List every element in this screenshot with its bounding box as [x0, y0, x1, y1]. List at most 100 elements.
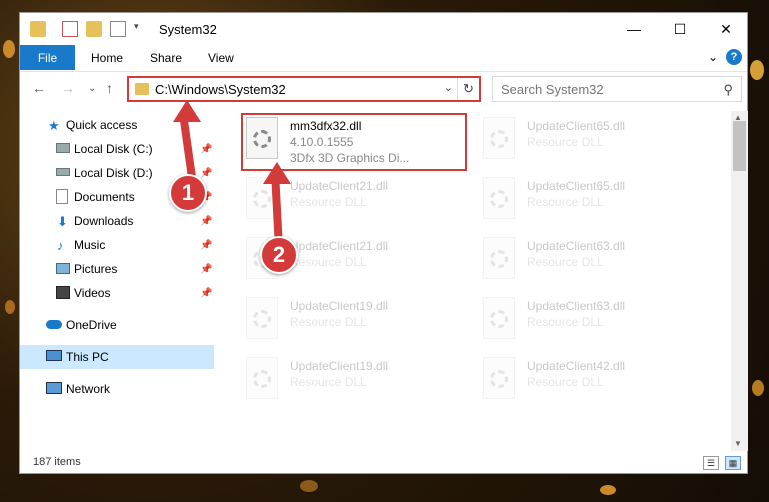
file-item[interactable]: UpdateClient65.dll Resource DLL: [479, 115, 709, 167]
pin-icon[interactable]: 📌: [200, 216, 212, 227]
sidebar-item-label: Documents: [74, 190, 135, 204]
document-icon: [56, 189, 68, 204]
file-type: Resource DLL: [290, 255, 367, 269]
sidebar-item-label: Network: [66, 382, 111, 396]
callout-arrowhead-2: [263, 162, 291, 184]
pin-icon[interactable]: 📌: [200, 264, 212, 275]
recent-locations-button[interactable]: ⌄: [88, 83, 96, 94]
search-input[interactable]: [501, 81, 701, 97]
file-name: UpdateClient19.dll: [290, 359, 389, 373]
search-icon[interactable]: ⚲: [723, 82, 733, 98]
file-type: Resource DLL: [527, 375, 604, 389]
expand-ribbon-icon[interactable]: ⌄: [708, 50, 718, 64]
music-icon: ♪: [57, 238, 64, 253]
new-folder-icon[interactable]: [86, 21, 102, 37]
address-path[interactable]: C:\Windows\System32: [155, 82, 286, 97]
file-explorer-window: ▾ System32 — ☐ ✕ File Home Share View ⌄ …: [19, 12, 748, 474]
file-type: Resource DLL: [527, 195, 604, 209]
callout-arrowhead-1: [173, 100, 201, 122]
sidebar-item-onedrive[interactable]: OneDrive: [20, 313, 214, 337]
sidebar-item-downloads[interactable]: ⬇ Downloads 📌: [20, 209, 214, 233]
dll-file-icon: [246, 297, 278, 339]
status-bar: 187 items ☰ ▦: [20, 451, 747, 475]
dll-file-icon: [483, 297, 515, 339]
drive-icon: [56, 143, 70, 153]
file-item[interactable]: UpdateClient19.dll Resource DLL: [242, 355, 472, 407]
pin-icon[interactable]: 📌: [200, 144, 212, 155]
star-icon: ★: [48, 118, 60, 133]
properties-icon[interactable]: [62, 21, 78, 37]
dll-file-icon: [483, 357, 515, 399]
pin-icon[interactable]: 📌: [200, 288, 212, 299]
tab-home[interactable]: Home: [91, 45, 123, 70]
cloud-icon: [46, 320, 62, 329]
file-item[interactable]: UpdateClient19.dll Resource DLL: [242, 295, 472, 347]
file-name: UpdateClient21.dll: [290, 239, 389, 253]
close-button[interactable]: ✕: [703, 13, 749, 45]
search-box[interactable]: ⚲: [492, 76, 742, 102]
dll-file-icon: [483, 237, 515, 279]
tab-view[interactable]: View: [208, 45, 234, 70]
file-item[interactable]: UpdateClient42.dll Resource DLL: [479, 355, 709, 407]
ribbon-tabs: File Home Share View ⌄ ?: [20, 45, 747, 70]
sidebar-item-label: Pictures: [74, 262, 118, 276]
vertical-scrollbar[interactable]: ▲ ▼: [731, 111, 748, 451]
file-item[interactable]: UpdateClient63.dll Resource DLL: [479, 295, 709, 347]
back-button[interactable]: ←: [32, 80, 46, 96]
forward-button[interactable]: →: [61, 80, 75, 96]
details-view-icon[interactable]: ☰: [703, 456, 719, 470]
sidebar-item-pictures[interactable]: Pictures 📌: [20, 257, 214, 281]
file-name: UpdateClient19.dll: [290, 299, 389, 313]
help-icon[interactable]: ?: [726, 49, 742, 65]
file-type: Resource DLL: [527, 255, 604, 269]
sidebar-item-label: Downloads: [74, 214, 134, 228]
customize-icon[interactable]: [110, 21, 126, 37]
tab-file[interactable]: File: [20, 45, 75, 70]
file-name: UpdateClient63.dll: [527, 239, 626, 253]
background-leaf: [3, 40, 15, 58]
file-item[interactable]: UpdateClient65.dll Resource DLL: [479, 175, 709, 227]
address-bar[interactable]: C:\Windows\System32 ⌄ ↻: [127, 76, 481, 102]
callout-badge-2: 2: [260, 236, 298, 274]
window-title: System32: [159, 22, 217, 37]
minimize-button[interactable]: —: [611, 13, 657, 45]
dll-file-icon: [483, 117, 515, 159]
large-icons-view-icon[interactable]: ▦: [725, 456, 741, 470]
title-bar: ▾ System32 — ☐ ✕: [20, 13, 747, 45]
file-name: UpdateClient63.dll: [527, 299, 626, 313]
item-count: 187 items: [33, 456, 81, 468]
sidebar-item-label: OneDrive: [66, 318, 117, 332]
quick-access-dropdown-icon[interactable]: ▾: [134, 21, 150, 37]
sidebar-item-label: Music: [74, 238, 106, 252]
file-name: UpdateClient65.dll: [527, 179, 626, 193]
scroll-thumb[interactable]: [733, 121, 746, 171]
tab-share[interactable]: Share: [150, 45, 182, 70]
drive-icon: [56, 168, 70, 176]
file-type: Resource DLL: [527, 315, 604, 329]
sidebar-item-videos[interactable]: Videos 📌: [20, 281, 214, 305]
network-icon: [46, 382, 62, 394]
sidebar-item-network[interactable]: Network: [20, 377, 214, 401]
sidebar-item-label: This PC: [66, 350, 109, 364]
file-type: Resource DLL: [290, 375, 367, 389]
file-name: UpdateClient42.dll: [527, 359, 626, 373]
folder-icon: [30, 21, 46, 37]
file-type: Resource DLL: [290, 195, 367, 209]
chevron-down-icon[interactable]: ⌄: [444, 81, 453, 94]
callout-badge-1: 1: [169, 174, 207, 212]
pin-icon[interactable]: 📌: [200, 240, 212, 251]
background-leaf: [752, 380, 764, 396]
pin-icon[interactable]: 📌: [200, 168, 212, 179]
background-leaf: [750, 60, 764, 80]
refresh-icon[interactable]: ↻: [457, 78, 479, 100]
maximize-button[interactable]: ☐: [657, 13, 703, 45]
file-type: Resource DLL: [290, 315, 367, 329]
file-name: UpdateClient65.dll: [527, 119, 626, 133]
scroll-down-icon[interactable]: ▼: [734, 439, 742, 448]
file-item[interactable]: UpdateClient63.dll Resource DLL: [479, 235, 709, 287]
dll-file-icon: [483, 177, 515, 219]
sidebar-item-this-pc[interactable]: This PC: [20, 345, 214, 369]
up-button[interactable]: ↑: [106, 80, 113, 96]
sidebar-item-label: Local Disk (C:): [74, 142, 153, 156]
sidebar-item-music[interactable]: ♪ Music 📌: [20, 233, 214, 257]
